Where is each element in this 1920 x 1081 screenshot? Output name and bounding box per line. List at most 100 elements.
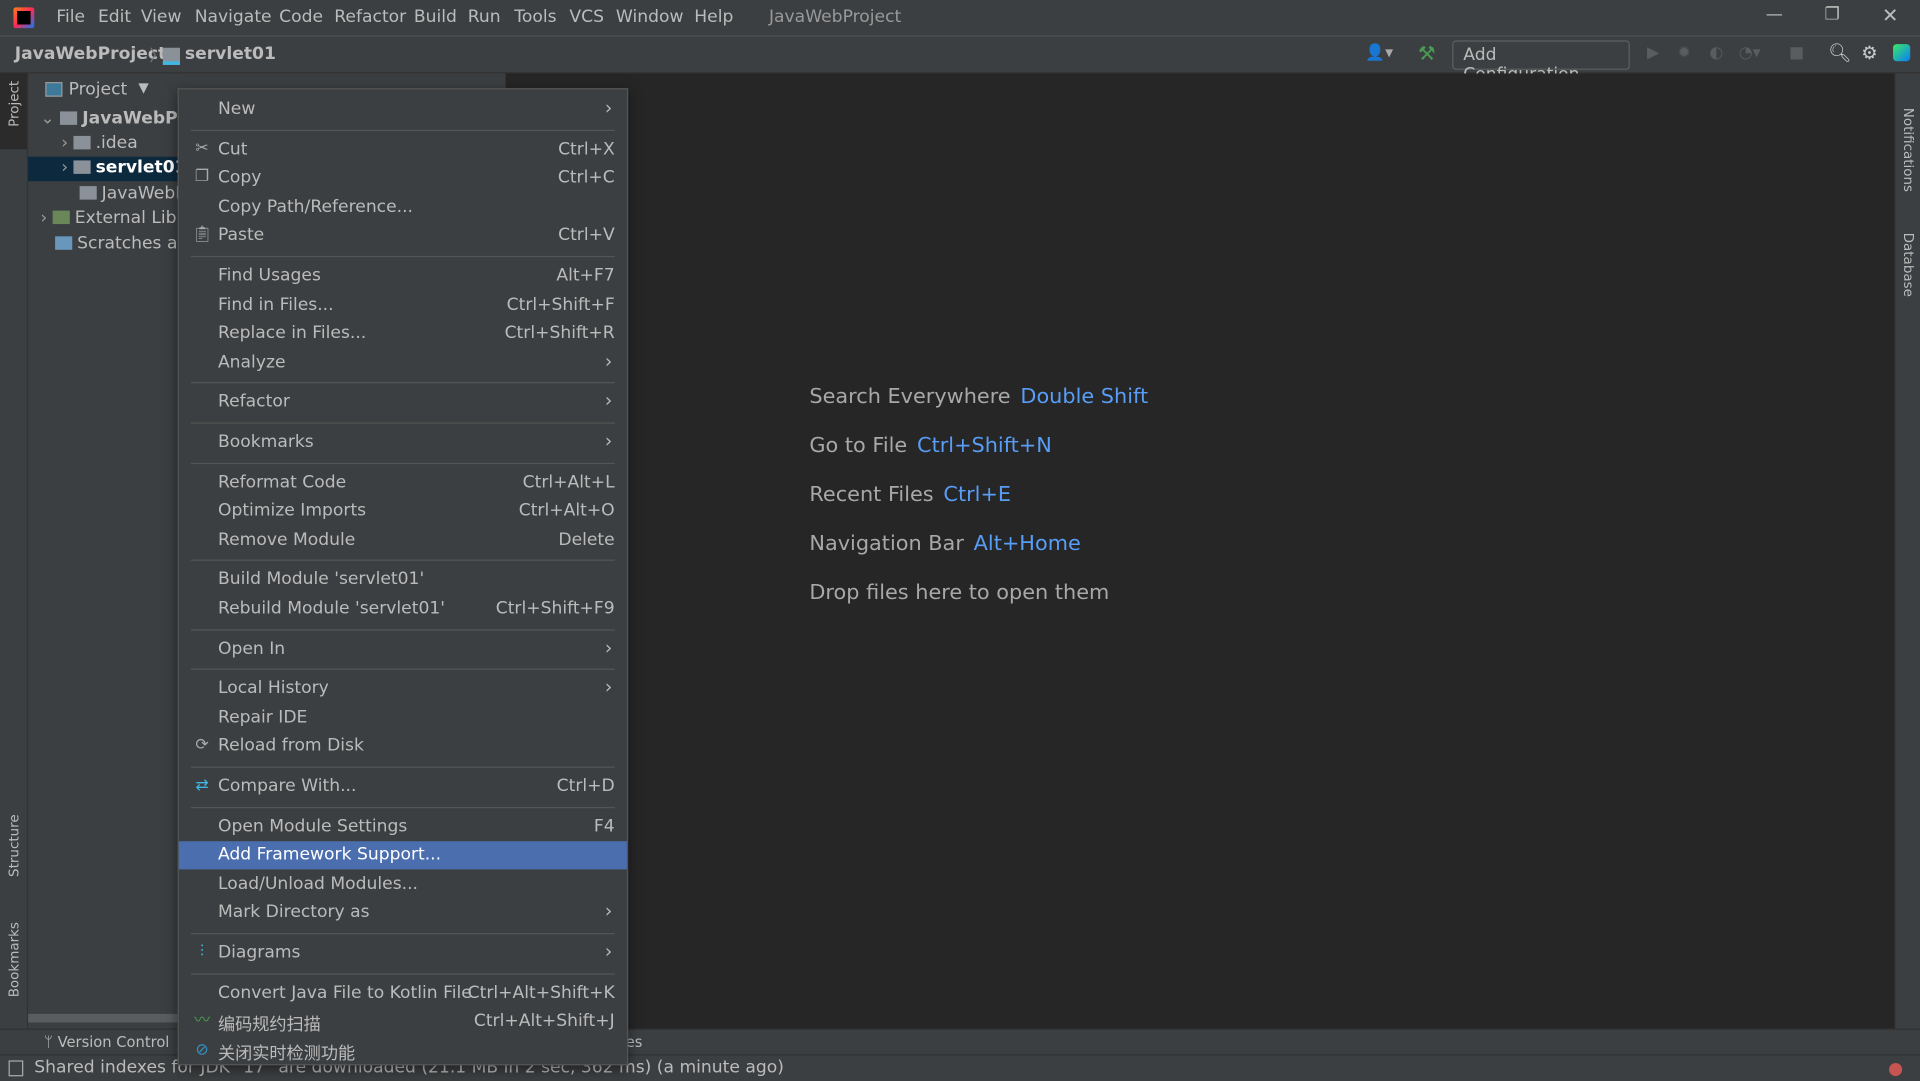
context-item-add-framework-support[interactable]: Add Framework Support... [178, 841, 627, 870]
context-item-open-in[interactable]: Open In › [179, 635, 627, 663]
menu-item-shortcut: Ctrl+Alt+Shift+J [473, 1011, 615, 1032]
tree-node-idea[interactable]: › .idea [61, 133, 138, 153]
tree-node-servlet01[interactable]: › servlet01 [61, 158, 186, 178]
context-item-reload-from-disk[interactable]: ⟳ Reload from Disk [179, 733, 627, 761]
debug-icon[interactable]: ✹ [1678, 44, 1691, 62]
menu-item-label: Diagrams [217, 942, 301, 963]
hint-label: Search Everywhere [809, 384, 1011, 409]
context-item-analyze[interactable]: Analyze › [179, 349, 627, 377]
context-item-load-unload-modules[interactable]: Load/Unload Modules... [179, 870, 627, 898]
context-item-open-module-settings[interactable]: Open Module Settings F4 [179, 813, 627, 841]
chevron-right-icon[interactable]: › [61, 133, 73, 153]
menu-item-label: Reformat Code [217, 472, 347, 492]
coverage-icon[interactable]: ◐ [1709, 44, 1723, 62]
context-item-item[interactable]: 〰编码规约扫描 Ctrl+Alt+Shift+J [179, 1008, 627, 1036]
menu-item-label: Open In [217, 638, 286, 659]
gear-icon[interactable]: ⚙ [1861, 42, 1877, 64]
context-item-build-module-servlet01[interactable]: Build Module 'servlet01' [179, 566, 627, 594]
database-tool-tab[interactable]: Database [1900, 233, 1916, 297]
profile-icon[interactable]: ◔▾ [1739, 44, 1761, 62]
context-item-remove-module[interactable]: Remove Module Delete [179, 526, 627, 554]
structure-tool-tab[interactable]: Structure [6, 814, 22, 877]
menu-item-shortcut: Ctrl+D [556, 776, 615, 796]
context-item-mark-directory-as[interactable]: Mark Directory as › [179, 899, 627, 927]
tree-node-scratches-an[interactable]: Scratches an [55, 234, 188, 253]
restore-button[interactable]: ❐ [1824, 5, 1839, 25]
stop-icon[interactable]: ■ [1789, 44, 1804, 62]
folder-icon [73, 160, 91, 174]
library-icon [52, 210, 70, 225]
tree-node-javawebpro[interactable]: ⌄ JavaWebPro [40, 109, 198, 129]
context-item-optimize-imports[interactable]: Optimize Imports Ctrl+Alt+O [179, 497, 627, 525]
context-item-copy[interactable]: ❐ Copy Ctrl+C [179, 164, 627, 192]
menu-view[interactable]: View [141, 7, 182, 27]
status-panel-icon[interactable] [8, 1060, 24, 1077]
context-item-cut[interactable]: ✂ Cut Ctrl+X [179, 135, 627, 163]
file-icon [79, 186, 97, 200]
context-item-local-history[interactable]: Local History › [179, 675, 627, 703]
menu-item-label: Convert Java File to Kotlin File [217, 982, 472, 1003]
title-bar: File Edit View Navigate Code Refactor Build Run… [0, 0, 1920, 37]
menu-item-label: Rebuild Module 'servlet01' [217, 598, 445, 619]
menu-edit[interactable]: Edit [98, 7, 131, 27]
build-hammer-icon[interactable]: ⚒ [1418, 42, 1436, 65]
context-item-replace-in-files[interactable]: Replace in Files... Ctrl+Shift+R [179, 320, 627, 348]
context-item-bookmarks[interactable]: Bookmarks › [179, 429, 627, 457]
context-item-copy-path-reference[interactable]: Copy Path/Reference... [179, 193, 627, 221]
tree-node-external-libra[interactable]: › External Libra [40, 208, 194, 228]
menu-navigate[interactable]: Navigate [195, 7, 272, 27]
context-item-item[interactable]: ⊘ 关闭实时检测功能 [179, 1037, 627, 1065]
version-control-tab[interactable]: ᛘ Version Control [44, 1033, 169, 1050]
notifications-tool-tab[interactable]: Notifications [1900, 108, 1916, 192]
search-icon[interactable]: 🔍︎ [1828, 42, 1851, 64]
menu-item-label: 关闭实时检测功能 [217, 1044, 356, 1064]
context-item-new[interactable]: New › [179, 96, 627, 124]
user-icon[interactable]: 👤▾ [1365, 44, 1393, 62]
menu-run[interactable]: Run [468, 7, 501, 27]
menu-help[interactable]: Help [694, 7, 733, 27]
bottom-tab-partial[interactable]: es [626, 1033, 643, 1050]
context-item-paste[interactable]: 📋︎ Paste Ctrl+V [179, 222, 627, 250]
context-item-compare-with[interactable]: ⇄ Compare With... Ctrl+D [179, 773, 627, 801]
minimize-button[interactable]: — [1766, 5, 1783, 25]
menu-file[interactable]: File [56, 7, 85, 27]
chevron-down-icon[interactable]: ⌄ [40, 109, 60, 129]
project-tool-tab[interactable]: Project [0, 73, 27, 150]
plugin-logo-icon[interactable] [1893, 44, 1911, 62]
close-button[interactable]: ✕ [1882, 4, 1898, 27]
run-icon[interactable]: ▶ [1647, 44, 1659, 62]
context-item-rebuild-module-servlet01[interactable]: Rebuild Module 'servlet01' Ctrl+Shift+F9 [179, 595, 627, 623]
breadcrumb-project[interactable]: JavaWebProject [15, 44, 167, 64]
menu-window[interactable]: Window [616, 7, 684, 27]
menu-build[interactable]: Build [414, 7, 457, 27]
chevron-right-icon[interactable]: › [40, 208, 52, 228]
chevron-right-icon[interactable]: › [61, 158, 73, 178]
menu-code[interactable]: Code [279, 7, 323, 27]
tree-node-label: .idea [95, 133, 138, 154]
breadcrumb-module[interactable]: servlet01 [185, 44, 276, 64]
tree-node-javawebp[interactable]: JavaWebP [79, 184, 186, 203]
menu-vcs[interactable]: VCS [569, 7, 604, 27]
add-configuration-button[interactable]: Add Configuration... [1452, 40, 1630, 84]
menu-item-label: Cut [217, 139, 248, 159]
context-item-refactor[interactable]: Refactor › [179, 389, 627, 417]
bookmarks-tool-tab[interactable]: Bookmarks [6, 922, 22, 997]
menu-item-shortcut: Ctrl+Alt+O [518, 501, 615, 521]
context-item-repair-ide[interactable]: Repair IDE [179, 704, 627, 732]
error-indicator-icon[interactable]: ● [1888, 1059, 1903, 1079]
scratch-icon [55, 236, 73, 250]
menu-item-label: Refactor [217, 392, 290, 412]
menu-tools[interactable]: Tools [514, 7, 556, 27]
right-tool-strip: Notifications Database [1894, 73, 1920, 1029]
chevron-down-icon[interactable]: ▼ [138, 80, 148, 96]
menu-refactor[interactable]: Refactor [334, 7, 406, 27]
menu-item-label: Local History [217, 678, 329, 699]
context-item-convert-java-file-to-kotlin-file[interactable]: Convert Java File to Kotlin File Ctrl+Alt… [179, 979, 627, 1007]
context-item-diagrams[interactable]: ⫶ Diagrams › [179, 939, 627, 967]
context-item-find-in-files[interactable]: Find in Files... Ctrl+Shift+F [179, 291, 627, 319]
context-item-reformat-code[interactable]: Reformat Code Ctrl+Alt+L [179, 468, 627, 496]
context-item-find-usages[interactable]: Find Usages Alt+F7 [179, 262, 627, 290]
menu-item-label: Bookmarks [217, 432, 314, 452]
project-view-dropdown[interactable]: Project [69, 80, 128, 100]
horizontal-scrollbar[interactable] [28, 1013, 178, 1023]
